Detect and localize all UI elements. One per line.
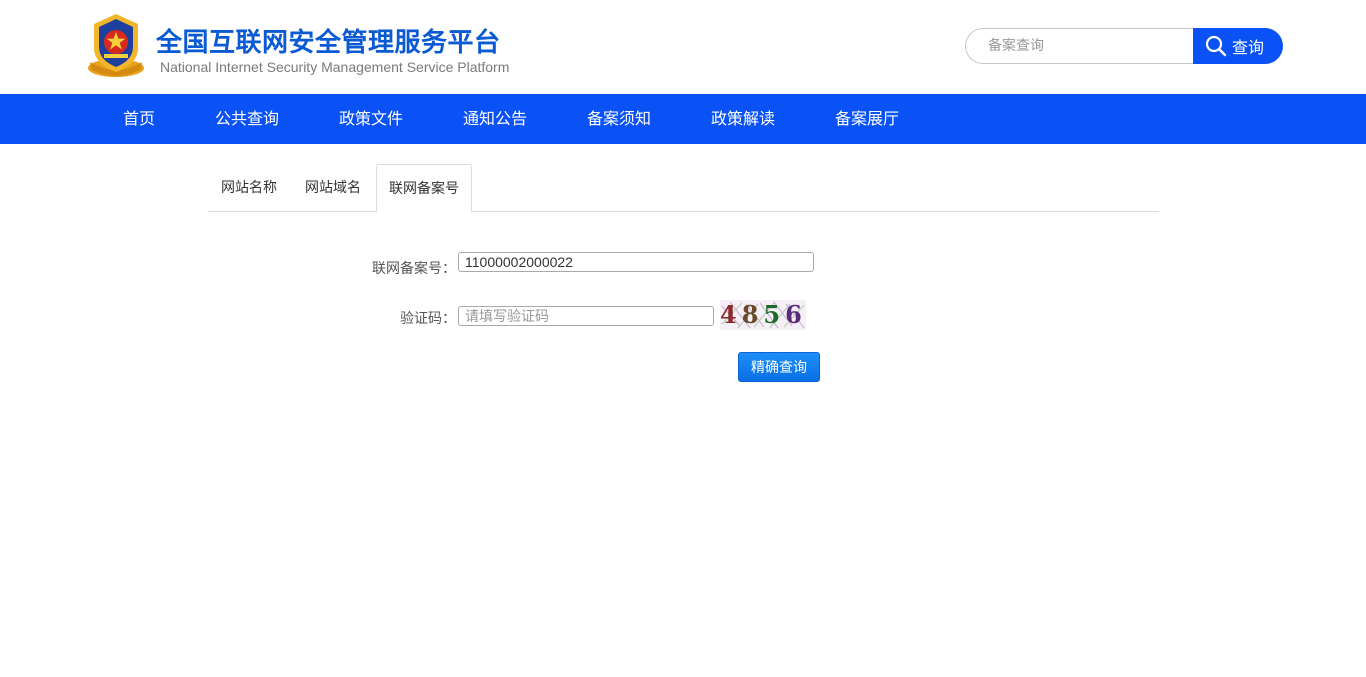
tab-website-name[interactable]: 网站名称 bbox=[208, 164, 290, 212]
tab-record-number[interactable]: 联网备案号 bbox=[376, 164, 472, 213]
exact-query-button[interactable]: 精确查询 bbox=[738, 352, 820, 382]
site-subtitle: National Internet Security Management Se… bbox=[160, 59, 510, 75]
captcha-image[interactable]: 4856 bbox=[720, 300, 806, 330]
search-box: 查询 bbox=[965, 28, 1283, 64]
captcha-code: 4856 bbox=[720, 300, 807, 329]
query-tabs: 网站名称 网站域名 联网备案号 bbox=[208, 164, 1159, 213]
nav-item-policy-interpretation[interactable]: 政策解读 bbox=[711, 94, 775, 144]
nav-item-policy-files[interactable]: 政策文件 bbox=[339, 94, 403, 144]
site-header: 全国互联网安全管理服务平台 National Internet Security… bbox=[0, 0, 1366, 94]
search-button-label: 查询 bbox=[1232, 38, 1265, 57]
captcha-text: 4856 bbox=[720, 300, 806, 330]
record-number-label: 联网备案号： bbox=[372, 261, 456, 277]
police-emblem-icon[interactable] bbox=[86, 12, 146, 78]
captcha-label: 验证码： bbox=[400, 311, 456, 327]
nav-item-notices[interactable]: 通知公告 bbox=[463, 94, 527, 144]
nav-item-filing-guide[interactable]: 备案须知 bbox=[587, 94, 651, 144]
record-number-input[interactable] bbox=[458, 252, 814, 272]
tab-website-domain[interactable]: 网站域名 bbox=[292, 164, 374, 212]
nav-item-filing-hall[interactable]: 备案展厅 bbox=[835, 94, 899, 144]
nav-item-public-query[interactable]: 公共查询 bbox=[215, 94, 279, 144]
search-icon bbox=[1205, 35, 1227, 57]
captcha-input[interactable] bbox=[458, 306, 714, 326]
main-nav: 首页 公共查询 政策文件 通知公告 备案须知 政策解读 备案展厅 bbox=[0, 94, 1366, 144]
site-title: 全国互联网安全管理服务平台 bbox=[156, 28, 501, 58]
search-button[interactable]: 查询 bbox=[1193, 28, 1283, 64]
nav-item-home[interactable]: 首页 bbox=[123, 94, 155, 144]
search-input[interactable] bbox=[965, 28, 1201, 64]
